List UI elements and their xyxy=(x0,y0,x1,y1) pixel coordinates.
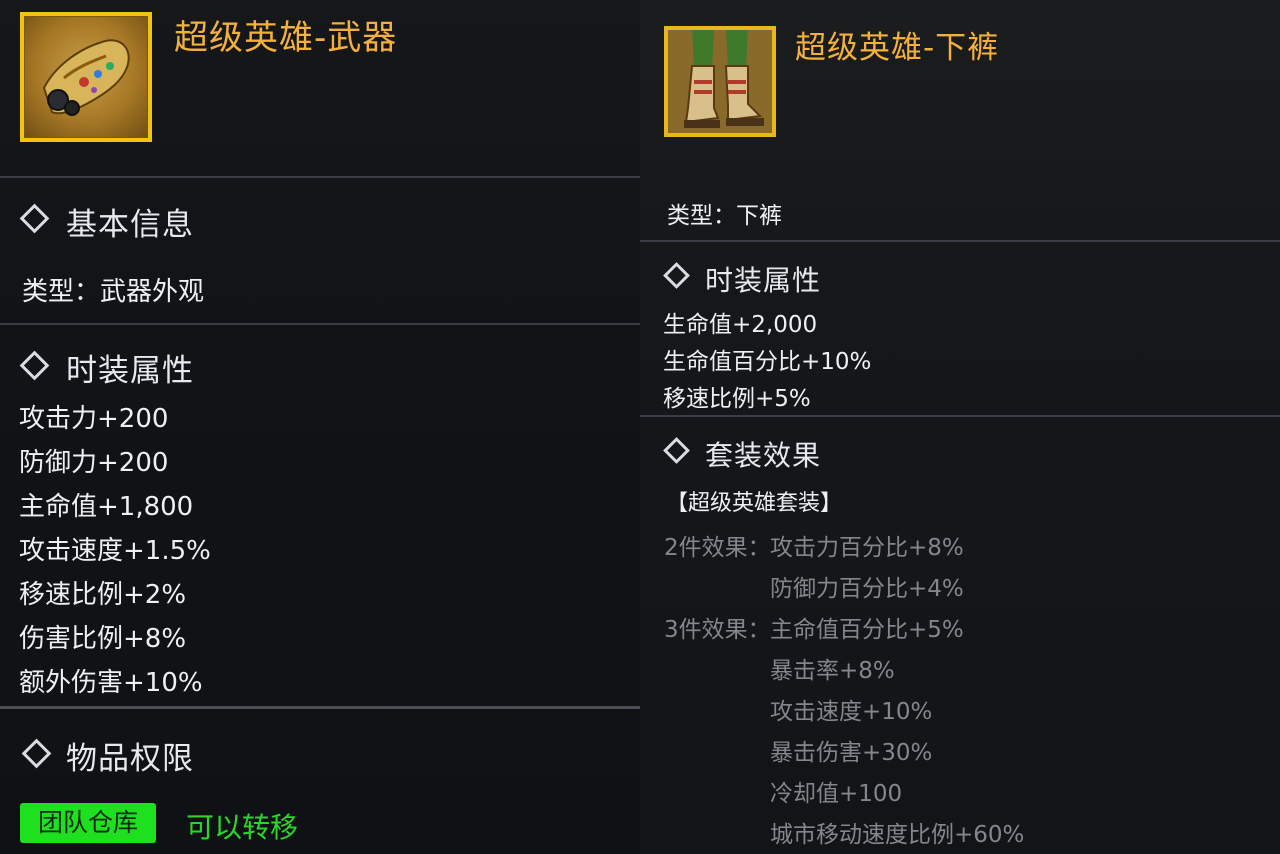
set-effect-line: 攻击力百分比+8% xyxy=(770,535,964,561)
divider xyxy=(0,706,640,709)
attr-line: 生命值百分比+10% xyxy=(663,349,872,375)
set-effect-heading: 套装效果 xyxy=(705,439,822,472)
divider xyxy=(640,240,1280,242)
item-tooltip-screen: 超级英雄-武器 基本信息 类型：武器外观 时装属性 攻击力+200 防御力+20… xyxy=(0,0,1280,854)
weapon-item-title: 超级英雄-武器 xyxy=(174,18,398,58)
attr-line: 防御力+200 xyxy=(19,448,169,478)
attr-line: 伤害比例+8% xyxy=(19,624,187,654)
set-effect-line: 攻击速度+10% xyxy=(770,699,933,725)
boots-icon-graphic xyxy=(668,30,772,133)
fashion-attrs-heading: 时装属性 xyxy=(705,264,822,297)
attr-line: 生命值+2,000 xyxy=(663,312,818,338)
attr-line: 额外伤害+10% xyxy=(19,668,203,698)
set-effect-line: 主命值百分比+5% xyxy=(770,617,964,643)
type-label: 类型： xyxy=(667,203,736,229)
transferable-note: 可以转移 xyxy=(186,811,299,844)
divider xyxy=(0,176,640,178)
attr-line: 攻击力+200 xyxy=(19,404,169,434)
fashion-attrs-heading: 时装属性 xyxy=(66,353,194,389)
set-effect-line: 暴击率+8% xyxy=(770,658,895,684)
set-effect-line: 暴击伤害+30% xyxy=(770,740,933,766)
diamond-icon xyxy=(663,262,690,289)
two-piece-label: 2件效果： xyxy=(664,535,771,561)
divider xyxy=(640,415,1280,417)
item-permissions-heading: 物品权限 xyxy=(66,741,194,777)
type-row: 类型：武器外观 xyxy=(22,271,204,308)
attr-line: 移速比例+5% xyxy=(663,386,811,412)
diamond-icon xyxy=(19,350,50,381)
diamond-icon xyxy=(19,203,50,234)
type-value: 下裤 xyxy=(736,203,782,229)
type-value: 武器外观 xyxy=(100,277,205,307)
attr-line: 攻击速度+1.5% xyxy=(19,536,211,566)
set-effect-line: 冷却值+100 xyxy=(770,781,903,807)
gauntlet-icon[interactable] xyxy=(20,12,152,142)
type-row: 类型：下裤 xyxy=(667,196,782,230)
set-name: 【超级英雄套装】 xyxy=(666,491,843,516)
weapon-tooltip-panel: 超级英雄-武器 基本信息 类型：武器外观 时装属性 攻击力+200 防御力+20… xyxy=(0,0,640,854)
team-warehouse-badge: 团队仓库 xyxy=(20,803,156,843)
type-label: 类型： xyxy=(22,277,101,307)
boots-icon[interactable] xyxy=(664,26,776,137)
three-piece-label: 3件效果： xyxy=(664,617,771,643)
set-effect-line: 城市移动速度比例+60% xyxy=(770,822,1025,848)
pants-item-title: 超级英雄-下裤 xyxy=(795,30,1000,66)
attr-line: 移速比例+2% xyxy=(19,580,187,610)
attr-line: 主命值+1,800 xyxy=(19,492,194,522)
set-effect-line: 防御力百分比+4% xyxy=(770,576,964,602)
divider xyxy=(0,323,640,325)
diamond-icon xyxy=(21,738,52,769)
diamond-icon xyxy=(663,437,690,464)
gauntlet-icon-graphic xyxy=(42,39,130,116)
pants-tooltip-panel: 超级英雄-下裤 类型：下裤 时装属性 生命值+2,000 生命值百分比+10% … xyxy=(640,0,1280,854)
basic-info-heading: 基本信息 xyxy=(66,207,194,243)
